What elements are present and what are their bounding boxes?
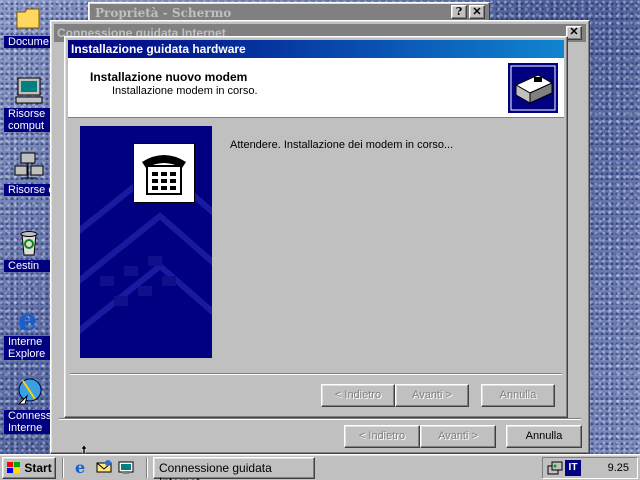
modem-hardware-icon xyxy=(508,63,558,113)
next-button[interactable]: Avanti > xyxy=(420,425,496,448)
start-label: Start xyxy=(24,461,52,475)
header-title: Installazione nuovo modem xyxy=(90,70,248,84)
taskbar-button-connection-wizard[interactable]: Connessione guidata Internet xyxy=(153,457,315,480)
clock[interactable]: 9.25 xyxy=(608,462,629,474)
cancel-button[interactable]: Annulla xyxy=(481,384,555,407)
hardware-wizard-dialog: Installazione guidata hardware Installaz… xyxy=(64,36,568,418)
desktop-icon-label: Cestin xyxy=(4,260,54,272)
connection-wizard-icon xyxy=(13,376,45,408)
desktop-icon-label: Connessi Interne xyxy=(4,410,54,434)
desktop-icon-risorse-rete[interactable]: Risorse di xyxy=(4,150,54,196)
divider xyxy=(59,418,581,420)
desktop-icon-label: Docume xyxy=(4,36,54,48)
internet-explorer-icon: e xyxy=(13,302,45,338)
cancel-button[interactable]: Annulla xyxy=(506,425,582,448)
show-desktop-icon[interactable] xyxy=(118,459,134,475)
back-button[interactable]: < Indietro xyxy=(321,384,395,407)
wizard-header: Installazione nuovo modem Installazione … xyxy=(68,58,564,118)
telephone-icon xyxy=(133,143,195,203)
taskbar-divider xyxy=(62,458,64,478)
wizard-side-image xyxy=(80,126,212,358)
window-title: Installazione guidata hardware xyxy=(71,42,246,56)
desktop-icon-label: Risorse comput xyxy=(4,108,54,132)
close-button[interactable]: ✕ xyxy=(566,26,582,40)
svg-text:e: e xyxy=(18,303,37,334)
folder-icon xyxy=(13,2,45,34)
computer-icon xyxy=(13,74,45,106)
taskbar: Start e Connessione guidata Internet IT … xyxy=(0,454,640,480)
help-button[interactable]: ? xyxy=(451,5,467,19)
desktop-icon-internet-explorer[interactable]: e Interne Explore xyxy=(4,302,54,360)
divider xyxy=(70,373,562,375)
modem-tray-icon[interactable] xyxy=(547,460,563,476)
desktop-icon-documenti[interactable]: Docume xyxy=(4,2,54,48)
hardware-wizard-titlebar[interactable]: Installazione guidata hardware xyxy=(68,40,564,58)
desktop-icon-label: Interne Explore xyxy=(4,336,54,360)
status-message: Attendere. Installazione dei modem in co… xyxy=(230,139,454,151)
system-tray: IT 9.25 xyxy=(542,457,638,479)
next-button[interactable]: Avanti > xyxy=(395,384,469,407)
display-properties-titlebar[interactable]: Proprietà - Schermo ? ✕ xyxy=(88,2,490,22)
desktop-icon-label: Risorse di xyxy=(4,184,54,196)
internet-explorer-icon[interactable]: e xyxy=(74,458,90,477)
outlook-express-icon[interactable] xyxy=(96,459,112,475)
windows-logo-icon xyxy=(7,462,21,474)
desktop-icon-connessione-internet[interactable]: Connessi Interne xyxy=(4,376,54,434)
start-button[interactable]: Start xyxy=(2,457,56,479)
taskbar-divider xyxy=(146,458,148,478)
close-button[interactable]: ✕ xyxy=(469,5,485,19)
header-subtitle: Installazione modem in corso. xyxy=(112,85,258,97)
desktop-icon-cestino[interactable]: Cestin xyxy=(4,226,54,272)
window-title: Proprietà - Schermo xyxy=(95,6,232,20)
svg-text:e: e xyxy=(75,459,85,475)
desktop-icon-risorse-computer[interactable]: Risorse comput xyxy=(4,74,54,132)
recycle-bin-icon xyxy=(13,226,45,258)
back-button[interactable]: < Indietro xyxy=(344,425,420,448)
network-icon xyxy=(13,150,45,182)
language-indicator[interactable]: IT xyxy=(565,460,581,476)
